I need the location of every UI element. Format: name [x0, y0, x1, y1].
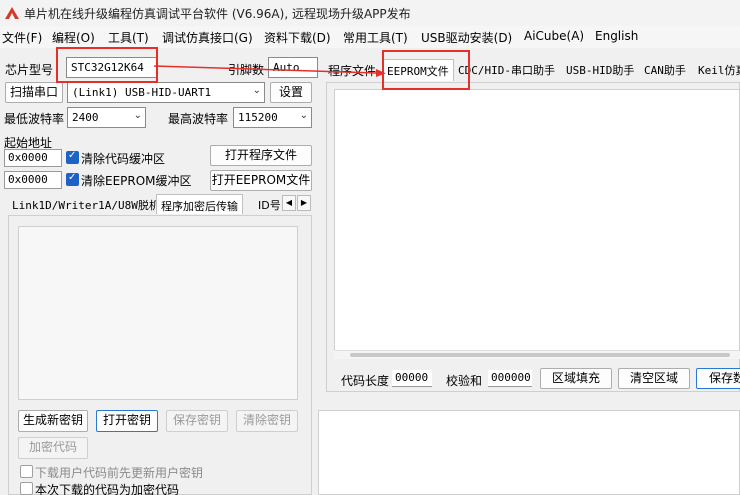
menu-downloads[interactable]: 资料下载(D): [264, 29, 331, 46]
key-display-area: [18, 226, 298, 400]
menu-tools[interactable]: 工具(T): [108, 29, 149, 46]
clear-eeprom-checkbox[interactable]: [66, 172, 79, 186]
max-baud-select[interactable]: 115200 ⌄: [233, 107, 312, 128]
scrollbar-thumb[interactable]: [350, 353, 730, 357]
min-baud-label: 最低波特率: [4, 112, 65, 126]
encrypted-code-checkbox[interactable]: [20, 482, 33, 495]
chip-highlight-box: [56, 47, 158, 83]
clear-code-checkbox[interactable]: [66, 150, 79, 164]
chevron-down-icon: ⌄: [252, 85, 261, 96]
save-data-button[interactable]: 保存数据: [696, 368, 740, 389]
checksum-value: 000000: [488, 370, 532, 387]
min-baud-value: 2400: [72, 111, 99, 124]
open-program-file-button[interactable]: 打开程序文件: [210, 145, 312, 166]
menu-english[interactable]: English: [595, 29, 638, 43]
horizontal-scrollbar[interactable]: [334, 350, 740, 359]
menu-bar: 文件(F) 编程(O) 工具(T) 调试仿真接口(G) 资料下载(D) 常用工具…: [0, 26, 740, 48]
tab-scroll-right-icon[interactable]: ▶: [297, 195, 311, 211]
log-output-area[interactable]: [318, 410, 740, 495]
clear-eeprom-label: 清除EEPROM缓冲区: [81, 174, 192, 188]
open-key-button[interactable]: 打开密钥: [96, 410, 158, 432]
left-tab-strip: Link1D/Writer1A/U8W脱机 程序加密后传输 ID号 ◀ ▶: [4, 194, 314, 214]
settings-button[interactable]: 设置: [270, 82, 312, 103]
update-key-checkbox[interactable]: [20, 465, 33, 478]
min-baud-select[interactable]: 2400 ⌄: [67, 107, 146, 128]
hex-editor-area[interactable]: [334, 89, 740, 359]
fill-region-button[interactable]: 区域填充: [540, 368, 612, 389]
open-eeprom-file-button[interactable]: 打开EEPROM文件: [210, 170, 312, 191]
generate-key-button[interactable]: 生成新密钥: [18, 410, 88, 432]
clear-code-label: 清除代码缓冲区: [81, 152, 166, 166]
encrypt-code-button[interactable]: 加密代码: [18, 437, 88, 459]
eeprom-address-input[interactable]: 0x0000: [4, 171, 62, 189]
save-key-button[interactable]: 保存密钥: [166, 410, 228, 432]
max-baud-label: 最高波特率: [168, 112, 229, 126]
code-length-label: 代码长度: [341, 374, 390, 388]
checksum-label: 校验和: [446, 374, 483, 388]
menu-usb-driver[interactable]: USB驱动安装(D): [421, 29, 512, 46]
clear-key-button[interactable]: 清除密钥: [236, 410, 298, 432]
encrypted-code-label: 本次下载的代码为加密代码: [35, 483, 180, 495]
app-logo-icon: [5, 7, 19, 19]
annotation-arrow-icon: [153, 65, 386, 77]
scan-port-button[interactable]: 扫描串口: [5, 82, 63, 103]
eeprom-tab-highlight-box: [382, 50, 470, 90]
tab-encrypt-transfer[interactable]: 程序加密后传输: [156, 194, 243, 214]
menu-program[interactable]: 编程(O): [52, 29, 95, 46]
chevron-down-icon: ⌄: [133, 110, 142, 121]
max-baud-value: 115200: [238, 111, 278, 124]
tab-id[interactable]: ID号: [254, 194, 285, 214]
clear-region-button[interactable]: 清空区域: [618, 368, 690, 389]
chip-label: 芯片型号: [5, 63, 54, 77]
tab-can[interactable]: CAN助手: [640, 59, 690, 79]
code-address-input[interactable]: 0x0000: [4, 149, 62, 167]
menu-file[interactable]: 文件(F): [2, 29, 42, 46]
tab-usb-hid[interactable]: USB-HID助手: [562, 59, 638, 79]
menu-common-tools[interactable]: 常用工具(T): [343, 29, 408, 46]
menu-debug-interface[interactable]: 调试仿真接口(G): [162, 29, 253, 46]
title-bar: 单片机在线升级编程仿真调试平台软件 (V6.96A), 远程现场升级APP发布: [0, 0, 740, 26]
update-key-label: 下载用户代码前先更新用户密钥: [35, 466, 204, 480]
window-title: 单片机在线升级编程仿真调试平台软件 (V6.96A), 远程现场升级APP发布: [24, 7, 411, 21]
menu-aicube[interactable]: AiCube(A): [524, 29, 584, 43]
tab-scroll-left-icon[interactable]: ◀: [282, 195, 296, 211]
chevron-down-icon: ⌄: [299, 110, 308, 121]
code-length-value: 00000: [392, 370, 432, 387]
port-select[interactable]: (Link1) USB-HID-UART1 ⌄: [67, 82, 265, 103]
tab-offline[interactable]: Link1D/Writer1A/U8W脱机: [8, 194, 164, 214]
port-value: (Link1) USB-HID-UART1: [72, 86, 212, 99]
tab-keil-debug[interactable]: Keil仿真: [694, 59, 740, 79]
